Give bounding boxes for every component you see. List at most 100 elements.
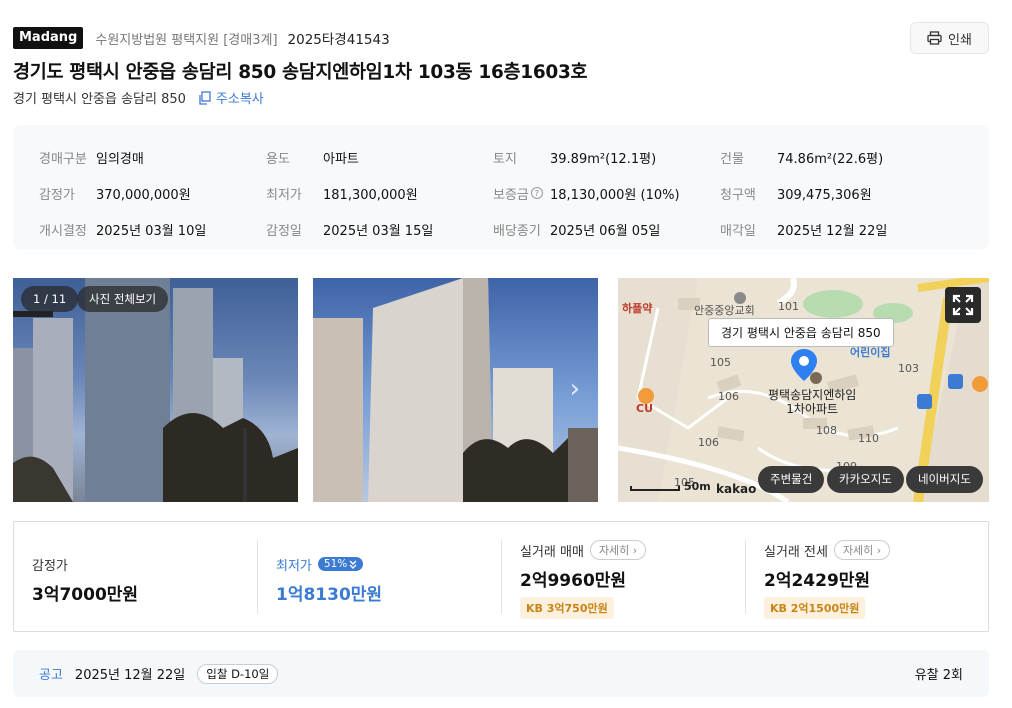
info-value: 2025년 03월 15일 (323, 223, 434, 239)
location-pin-icon (791, 349, 817, 381)
court-name: 수원지방법원 평택지원 [경매3계] (95, 32, 278, 48)
map-label: 안중중앙교회 (694, 304, 755, 317)
actual-sale-price: 실거래 매매 자세히 › 2억9960만원 KB 3억750만원 (520, 540, 647, 619)
property-photo-2[interactable]: › (313, 278, 598, 502)
map-place-name-line2: 1차아파트 (786, 402, 839, 416)
info-key: 감정일 (266, 223, 302, 239)
auction-info-panel: 경매구분 임의경매 용도 아파트 토지 39.89m²(12.1평) 건물 74.86m… (13, 125, 989, 250)
notice-date: 2025년 12월 22일 (74, 668, 186, 683)
map-fullscreen-button[interactable] (945, 287, 981, 323)
info-cell: 청구액 309,475,306원 (720, 175, 947, 211)
printer-icon (927, 31, 942, 45)
minimum-value: 1억8130만원 (276, 585, 383, 605)
address-row: 경기 평택시 안중읍 송담리 850 주소복사 (13, 88, 264, 107)
building-photo-illustration (313, 278, 598, 502)
kakao-map-credit: kakao (716, 482, 757, 496)
auction-notice-bar: 공고 2025년 12월 22일 입찰 D-10일 유찰 2회 (13, 650, 989, 697)
minimum-label-row: 최저가 51% (276, 554, 382, 574)
info-key: 배당종기 (493, 223, 541, 239)
info-value: 181,300,000원 (323, 187, 418, 203)
info-cell: 감정가 370,000,000원 (39, 175, 266, 211)
map-scale-label: 50m (684, 480, 711, 493)
price-summary: 감정가 3억7000만원 최저가 51% 1억8130만원 실거래 매매 자세히… (13, 521, 989, 632)
map-place-name-line1: 평택송담지엔하임 (768, 388, 857, 402)
info-key: 최저가 (266, 187, 302, 203)
lease-label-row: 실거래 전세 자세히 › (764, 540, 891, 560)
address-text: 경기 평택시 안중읍 송담리 850 (13, 92, 186, 107)
help-icon[interactable]: ? (530, 187, 543, 199)
info-key: 청구액 (720, 187, 756, 203)
info-value: 370,000,000원 (96, 187, 191, 203)
expand-icon (952, 294, 974, 316)
info-cell: 개시결정 2025년 03월 10일 (39, 211, 266, 247)
lease-label: 실거래 전세 (764, 544, 828, 560)
info-cell: 매각일 2025년 12월 22일 (720, 211, 947, 247)
map-place-name: 평택송담지엔하임 1차아파트 (768, 388, 856, 416)
info-key: 매각일 (720, 223, 756, 239)
double-chevron-down-icon (349, 560, 357, 569)
lease-detail-button[interactable]: 자세히 › (833, 540, 891, 560)
appraised-label: 감정가 (32, 558, 68, 574)
info-key: 건물 (720, 151, 744, 167)
deposit-key-label: 보증금 (493, 187, 529, 203)
info-value: 74.86m²(22.6평) (777, 151, 884, 167)
appraised-value: 3억7000만원 (32, 585, 139, 605)
info-cell: 배당종기 2025년 06월 05일 (493, 211, 720, 247)
info-value: 2025년 06월 05일 (550, 223, 661, 239)
info-value: 39.89m²(12.1평) (550, 151, 657, 167)
sale-label: 실거래 매매 (520, 544, 584, 560)
copy-address-label: 주소복사 (215, 92, 264, 107)
copy-address-button[interactable]: 주소복사 (198, 88, 264, 107)
property-photo-1[interactable]: 1 / 11 사진 전체보기 (13, 278, 298, 502)
info-key: 개시결정 (39, 223, 87, 239)
location-map[interactable]: 하플약 안중중앙교회 101 어린이집 105 103 106 CU 108 1… (618, 278, 989, 502)
info-value: 아파트 (323, 151, 359, 167)
map-label: 106 (698, 436, 719, 449)
sale-value: 2억9960만원 (520, 571, 627, 591)
info-cell: 토지 39.89m²(12.1평) (493, 139, 720, 175)
map-label: 103 (898, 362, 919, 375)
kakao-map-button[interactable]: 카카오지도 (827, 466, 904, 493)
divider (745, 540, 746, 614)
map-label: 105 (710, 356, 731, 369)
print-button[interactable]: 인쇄 (910, 22, 989, 54)
sale-label-row: 실거래 매매 자세히 › (520, 540, 647, 560)
map-scale-bar (630, 486, 680, 491)
copy-icon (199, 90, 211, 105)
map-label: 하플약 (622, 302, 653, 315)
sale-detail-button[interactable]: 자세히 › (589, 540, 647, 560)
naver-map-button[interactable]: 네이버지도 (906, 466, 983, 493)
minimum-percent: 51% (323, 558, 348, 570)
info-cell: 경매구분 임의경매 (39, 139, 266, 175)
info-cell: 건물 74.86m²(22.6평) (720, 139, 947, 175)
info-cell: 용도 아파트 (266, 139, 493, 175)
nearby-listings-button[interactable]: 주변물건 (758, 466, 825, 493)
info-value: 2025년 12월 22일 (777, 223, 888, 239)
info-cell: 최저가 181,300,000원 (266, 175, 493, 211)
map-address-tooltip: 경기 평택시 안중읍 송담리 850 (708, 318, 894, 347)
view-all-photos-button[interactable]: 사진 전체보기 (77, 286, 169, 312)
sale-kb-badge: KB 3억750만원 (520, 597, 614, 619)
brand-row: Madang 수원지방법원 평택지원 [경매3계] 2025타경41543 (13, 22, 989, 54)
info-key: 토지 (493, 151, 517, 167)
info-value: 2025년 03월 10일 (96, 223, 207, 239)
info-key: 용도 (266, 151, 290, 167)
next-photo-arrow[interactable]: › (570, 374, 580, 404)
info-value: 임의경매 (96, 151, 144, 167)
map-label: 106 (718, 390, 739, 403)
info-cell: 감정일 2025년 03월 15일 (266, 211, 493, 247)
print-label: 인쇄 (948, 32, 972, 48)
madang-logo[interactable]: Madang (13, 27, 84, 49)
fail-count: 유찰 2회 (914, 668, 963, 683)
photo-counter: 1 / 11 (21, 286, 79, 312)
divider (501, 540, 502, 614)
info-key: 보증금? (493, 184, 550, 203)
minimum-percent-badge: 51% (317, 557, 364, 571)
page-title: 경기도 평택시 안중읍 송담리 850 송담지엔하임1차 103동 16층160… (13, 62, 588, 83)
lease-kb-badge: KB 2억1500만원 (764, 597, 866, 619)
info-value: 18,130,000원 (10%) (550, 187, 680, 203)
bid-dday-badge: 입찰 D-10일 (197, 663, 279, 684)
notice-label[interactable]: 공고 (39, 664, 63, 683)
map-label: CU (636, 402, 654, 415)
info-key: 감정가 (39, 187, 75, 203)
